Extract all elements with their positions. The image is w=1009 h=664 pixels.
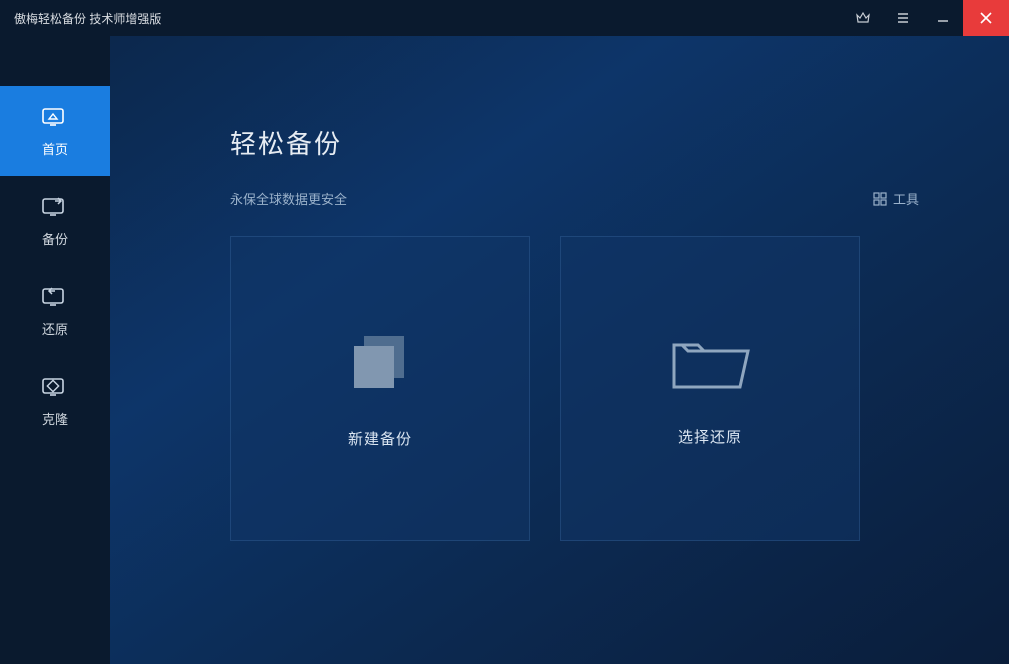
- app-title: 傲梅轻松备份 技术师增强版: [14, 10, 161, 27]
- tools-link[interactable]: 工具: [873, 189, 919, 208]
- stack-icon: [340, 328, 420, 398]
- sidebar: 首页 备份 还原: [0, 36, 110, 664]
- sidebar-item-backup[interactable]: 备份: [0, 176, 110, 266]
- home-icon: [41, 105, 69, 129]
- backup-icon: [41, 195, 69, 219]
- grid-icon: [873, 192, 887, 206]
- sidebar-item-label: 首页: [42, 139, 68, 158]
- crown-button[interactable]: [843, 0, 883, 36]
- close-icon: [979, 11, 993, 25]
- tools-label: 工具: [893, 189, 919, 208]
- menu-icon: [895, 10, 911, 26]
- menu-button[interactable]: [883, 0, 923, 36]
- page-subtitle: 永保全球数据更安全: [230, 189, 347, 208]
- sidebar-item-clone[interactable]: 克隆: [0, 356, 110, 446]
- close-button[interactable]: [963, 0, 1009, 36]
- sidebar-item-restore[interactable]: 还原: [0, 266, 110, 356]
- restore-icon: [41, 285, 69, 309]
- folder-icon: [668, 331, 753, 396]
- crown-icon: [855, 10, 871, 26]
- card-new-backup[interactable]: 新建备份: [230, 236, 530, 541]
- page-title: 轻松备份: [230, 124, 919, 161]
- sidebar-item-home[interactable]: 首页: [0, 86, 110, 176]
- sidebar-item-label: 克隆: [42, 409, 68, 428]
- card-label: 新建备份: [348, 428, 412, 449]
- minimize-icon: [935, 10, 951, 26]
- sidebar-item-label: 还原: [42, 319, 68, 338]
- minimize-button[interactable]: [923, 0, 963, 36]
- card-restore[interactable]: 选择还原: [560, 236, 860, 541]
- sidebar-item-label: 备份: [42, 229, 68, 248]
- title-bar: 傲梅轻松备份 技术师增强版: [0, 0, 1009, 36]
- card-label: 选择还原: [678, 426, 742, 447]
- main-content: 轻松备份 永保全球数据更安全 工具: [110, 36, 1009, 664]
- clone-icon: [41, 375, 69, 399]
